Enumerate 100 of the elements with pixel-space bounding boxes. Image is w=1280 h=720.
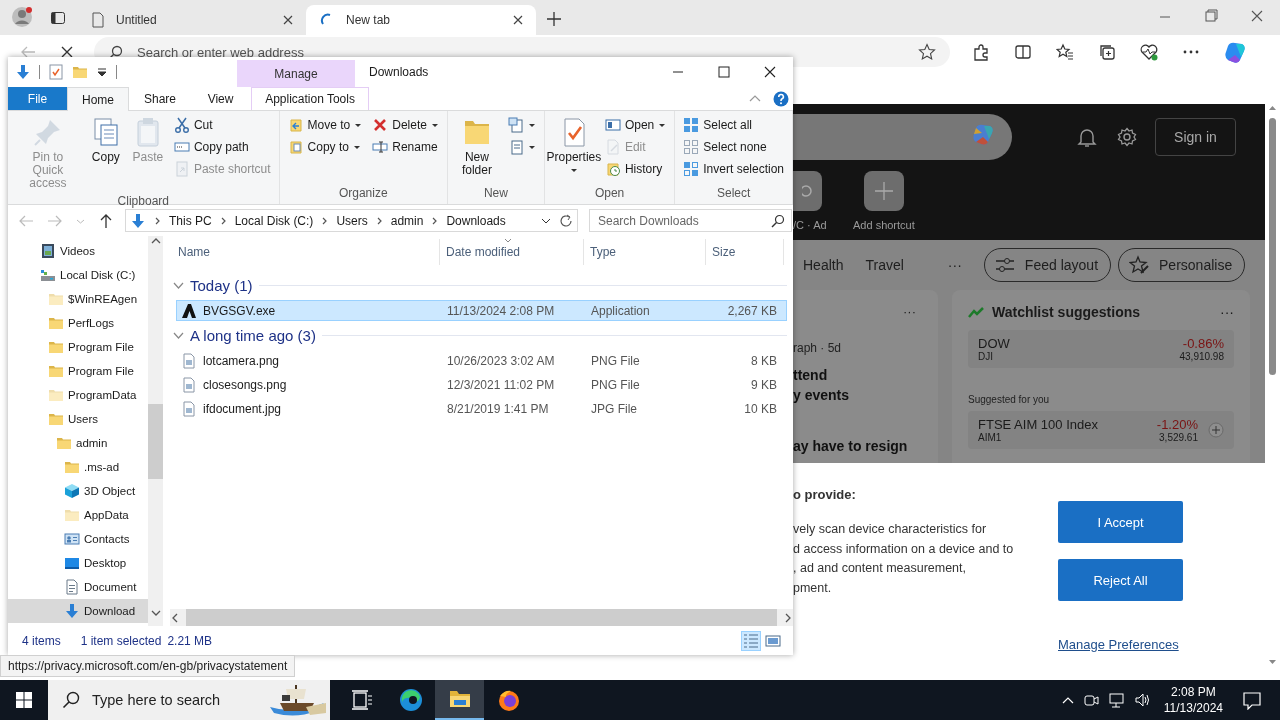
manage-preferences-link[interactable]: Manage Preferences <box>1058 637 1183 652</box>
column-header[interactable]: Type <box>584 239 706 265</box>
ribbon-tab[interactable]: Share <box>129 87 192 110</box>
network-icon[interactable] <box>1107 692 1125 708</box>
ribbon-button[interactable]: Invert selection <box>680 158 787 180</box>
nav-tree-item[interactable]: ProgramData <box>8 383 148 407</box>
consent-button[interactable]: I Accept <box>1058 501 1183 543</box>
profile-avatar-icon[interactable] <box>11 6 33 28</box>
refresh-icon[interactable] <box>559 213 573 228</box>
browser-tab[interactable]: Untitled <box>76 5 306 35</box>
up-arrow-icon[interactable] <box>98 212 114 229</box>
volume-icon[interactable] <box>1133 692 1151 708</box>
download-arrow-icon[interactable] <box>15 64 31 80</box>
sign-in-button[interactable]: Sign in <box>1155 118 1236 156</box>
file-row[interactable]: ifdocument.jpg 8/21/2019 1:41 PM JPG File 10 KB <box>176 398 787 419</box>
search-box[interactable]: Search Downloads <box>589 209 792 232</box>
more-options-button[interactable]: ··· <box>947 257 962 273</box>
scroll-up-icon[interactable] <box>149 236 162 246</box>
camera-icon[interactable] <box>1082 692 1099 708</box>
heart-pulse-icon[interactable] <box>1140 43 1158 61</box>
taskbar-app-button[interactable] <box>435 680 484 720</box>
browser-tab[interactable]: New tab <box>306 5 536 35</box>
ribbon-tab[interactable]: Application Tools <box>251 87 370 110</box>
stock-quote-card[interactable]: FTSE AIM 100 Index -1.20% AIM1 3,529.61 <box>968 411 1234 449</box>
taskbar-clock[interactable]: 2:08 PM 11/13/2024 <box>1163 684 1223 716</box>
taskbar-search-box[interactable]: Type here to search <box>48 680 330 720</box>
customize-toolbar-icon[interactable] <box>96 65 108 79</box>
nav-tree-item[interactable]: $WinREAgen <box>8 287 148 311</box>
ribbon-button[interactable]: Delete <box>369 114 442 136</box>
ribbon-button[interactable]: Cut <box>170 114 274 136</box>
chevron-up-icon[interactable] <box>1061 695 1074 705</box>
nav-tree-item[interactable]: Document <box>8 575 148 599</box>
breadcrumb-segment[interactable]: Downloads <box>446 213 506 228</box>
scrollbar-thumb[interactable] <box>1269 118 1276 375</box>
nav-tree-item[interactable]: Contacts <box>8 527 148 551</box>
nav-tree-item[interactable]: admin <box>8 431 148 455</box>
nav-tree-item[interactable]: Desktop <box>8 551 148 575</box>
settings-icon[interactable] <box>1117 127 1137 147</box>
star-icon[interactable] <box>918 43 936 61</box>
web-search-field[interactable] <box>793 114 1012 160</box>
collapse-ribbon-icon[interactable] <box>749 93 761 104</box>
scrollbar-thumb[interactable] <box>148 404 163 479</box>
nav-tree-item[interactable]: Program File <box>8 335 148 359</box>
nav-tree-item[interactable]: Users <box>8 407 148 431</box>
column-header[interactable]: Date modified <box>440 239 584 265</box>
group-header[interactable]: Today (1) <box>170 274 793 297</box>
split-screen-icon[interactable] <box>1014 43 1032 61</box>
properties-icon[interactable] <box>48 64 64 80</box>
news-card[interactable]: ··· raph · 5d ttend y events ay have to resign <box>793 290 938 463</box>
nav-tree-item[interactable]: .ms-ad <box>8 455 148 479</box>
ribbon-tab[interactable]: View <box>191 87 251 110</box>
scrollbar-thumb[interactable] <box>186 609 777 626</box>
more-options-button[interactable]: ··· <box>903 304 916 319</box>
nav-tree-item[interactable]: AppData <box>8 503 148 527</box>
breadcrumb-segment[interactable]: Users <box>336 213 368 228</box>
ribbon-button[interactable]: New folder <box>452 114 501 184</box>
stop-icon[interactable] <box>60 45 74 59</box>
plus-icon[interactable] <box>546 11 562 27</box>
puzzle-icon[interactable] <box>972 43 990 61</box>
ribbon-tab[interactable]: Home <box>67 87 129 111</box>
bell-icon[interactable] <box>1077 127 1097 147</box>
add-shortcut-tile[interactable] <box>863 171 904 211</box>
nav-tree-item[interactable]: Local Disk (C:) <box>8 263 148 287</box>
nav-tree-item[interactable]: Download <box>8 599 148 623</box>
column-header[interactable]: Size <box>706 239 784 265</box>
notification-icon[interactable] <box>1242 690 1262 710</box>
feed-category-link[interactable]: Travel <box>865 257 904 273</box>
nav-tree-item[interactable]: Videos <box>8 239 148 263</box>
taskbar-search-field[interactable]: Type here to search <box>92 680 254 720</box>
ribbon-button[interactable]: Copy <box>86 114 125 192</box>
nav-tree-item[interactable]: PerfLogs <box>8 311 148 335</box>
collections-icon[interactable] <box>1098 43 1116 61</box>
ribbon-button[interactable]: Select all <box>680 114 787 136</box>
help-icon[interactable] <box>773 90 789 107</box>
file-row[interactable]: lotcamera.png 10/26/2023 3:02 AM PNG File 8 KB <box>176 350 787 371</box>
ribbon-button[interactable]: Open <box>601 114 670 136</box>
breadcrumb-segment[interactable]: Local Disk (C:) <box>234 213 314 228</box>
stock-quote-card[interactable]: DOW -0.86% DJI 43,910.98 <box>968 330 1234 368</box>
more-options-button[interactable]: ··· <box>1220 304 1234 320</box>
ribbon-button[interactable]: Copy path <box>170 136 274 158</box>
shortcut-tile[interactable] <box>793 171 822 211</box>
copilot-icon[interactable] <box>1224 41 1246 63</box>
breadcrumb-segment[interactable]: This PC <box>169 213 212 228</box>
tab-actions-icon[interactable] <box>50 10 66 26</box>
favorites-icon[interactable] <box>1056 43 1074 61</box>
ribbon-button[interactable]: Rename <box>369 136 442 158</box>
ribbon-button[interactable]: Move to <box>284 114 366 136</box>
feed-category-link[interactable]: Health <box>803 257 844 273</box>
ribbon-button[interactable]: Select none <box>680 136 787 158</box>
nav-tree-item[interactable]: Program File <box>8 359 148 383</box>
file-row[interactable]: BVGSGV.exe 11/13/2024 2:08 PM Application 2,267 KB <box>176 300 787 321</box>
breadcrumb-segment[interactable]: admin <box>390 213 424 228</box>
consent-button[interactable]: Reject All <box>1058 559 1183 601</box>
address-bar[interactable]: This PC Local Disk (C:) Users admin Downloads <box>125 209 578 232</box>
ribbon-button[interactable]: History <box>601 158 670 180</box>
ribbon-button[interactable]: Copy to <box>284 136 366 158</box>
ribbon-tab[interactable]: File <box>8 87 67 110</box>
group-header[interactable]: A long time ago (3) <box>170 324 793 347</box>
file-row[interactable]: closesongs.png 12/3/2021 11:02 PM PNG File 9 KB <box>176 374 787 395</box>
column-header[interactable]: Name <box>170 239 440 265</box>
